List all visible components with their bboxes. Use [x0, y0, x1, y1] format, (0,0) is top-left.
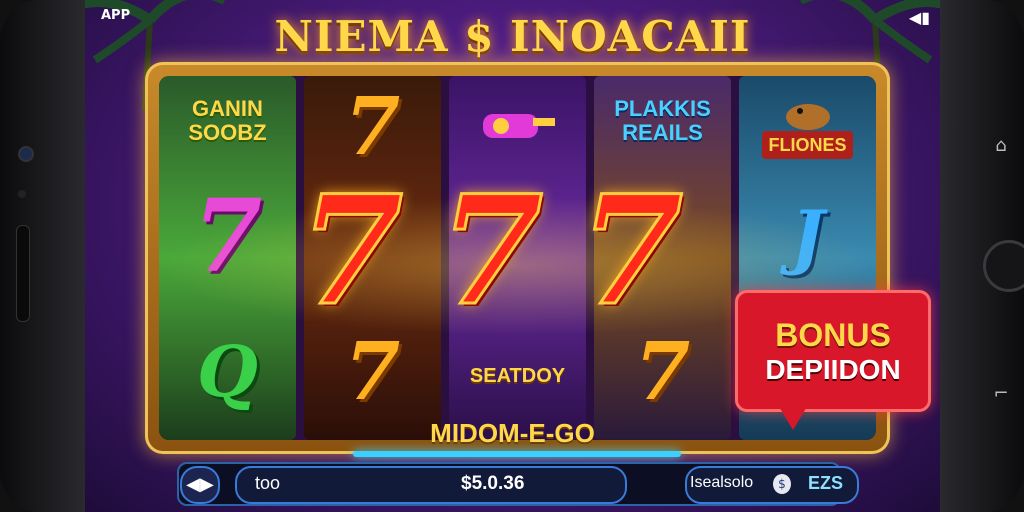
back-nav-icon[interactable]: ⌐ [991, 384, 1011, 404]
game-title: NIEMA $ INOACAII [274, 12, 751, 61]
reel-2-top-symbol: 7 [344, 79, 401, 173]
auto-spin-label: Isealsolo [690, 474, 754, 491]
game-subtitle: MIDOM-E-GO [430, 418, 595, 448]
reel-3-top-symbol [449, 91, 586, 161]
reel-4-top-symbol: PLAKKIS REAILS [614, 96, 711, 145]
magic-blaster-icon [482, 114, 555, 138]
home-button[interactable] [983, 240, 1024, 292]
win-seven-3: 7 [577, 163, 684, 339]
right-bezel: ⌂ ⌐ [940, 0, 1024, 512]
play-pause-icon[interactable]: ◀▶ [180, 466, 220, 504]
bet-value: too [255, 473, 281, 493]
camera-dot [18, 146, 34, 162]
win-seven-1: 7 [297, 163, 404, 339]
win-seven-2: 7 [437, 163, 544, 339]
reel-1-top-symbol: GANIN SOOBZ [188, 96, 267, 145]
bonus-banner[interactable]: BONUS DEPIIDON [735, 290, 931, 412]
reel-2-bottom-symbol: 7 [344, 324, 401, 418]
home-nav-icon[interactable]: ⌂ [991, 136, 1011, 156]
reel-5-top-symbol: FLIONES [739, 88, 876, 168]
reel-3-bottom-symbol: SEATDOY [469, 365, 566, 387]
left-bezel [0, 0, 85, 512]
reel-5-mid-symbol: J [790, 194, 825, 278]
sensor-dot [18, 190, 26, 198]
speaker-grille [16, 225, 30, 322]
beaver-icon [785, 104, 830, 130]
reel-4-bottom-symbol: 7 [634, 324, 691, 418]
reel-1: GANIN SOOBZ 7 Q [159, 76, 296, 440]
auto-spin-value: EZS [808, 473, 844, 493]
bonus-line-2: DEPIIDON [765, 353, 901, 385]
bonus-banner-tail [775, 400, 811, 430]
game-screen: APP ◀▮ NIEMA $ INOACAII GANIN SOOBZ 7 Q [85, 0, 940, 512]
balance-value: $5.0.36 [461, 473, 525, 494]
reel-1-mid-symbol: 7 [192, 177, 263, 295]
reel-1-bottom-symbol: Q [197, 329, 258, 413]
progress-glow-bar [353, 451, 681, 457]
bonus-line-1: BONUS [775, 316, 891, 353]
bet-balance-field[interactable] [235, 466, 627, 504]
coin-icon[interactable]: $ [773, 474, 791, 494]
phone-device: APP ◀▮ NIEMA $ INOACAII GANIN SOOBZ 7 Q [0, 0, 1024, 512]
